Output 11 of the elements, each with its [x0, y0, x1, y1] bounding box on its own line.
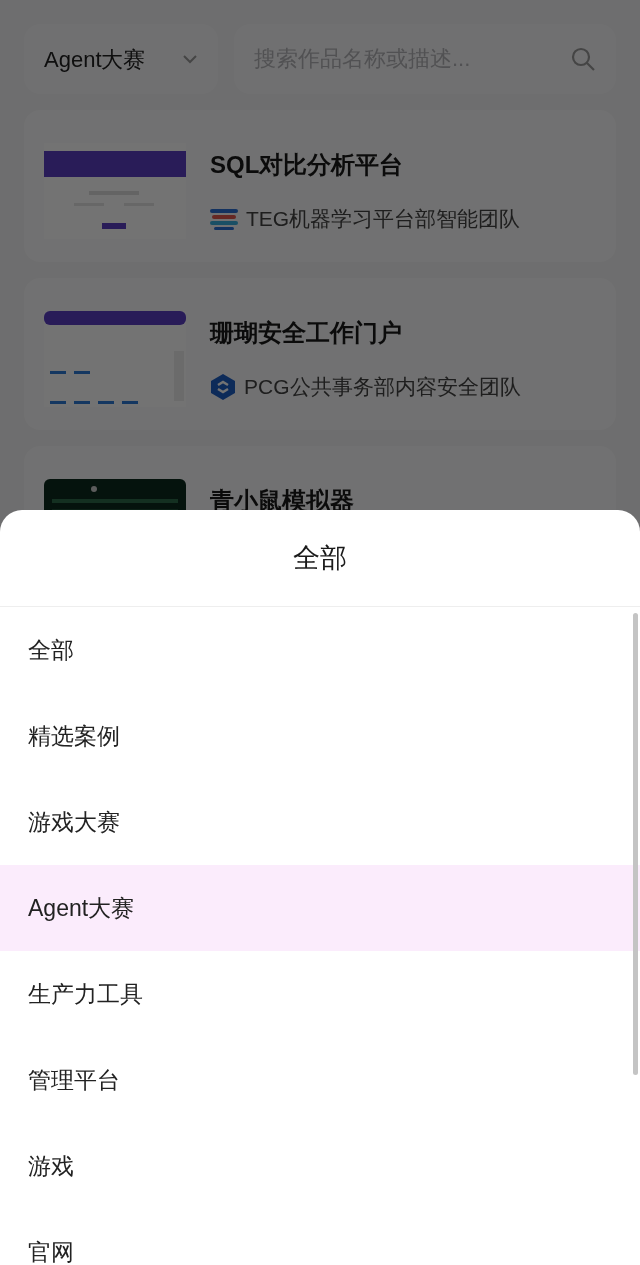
search-icon: [570, 46, 596, 72]
stripes-logo-icon: [210, 206, 238, 231]
team-name: TEG机器学习平台部智能团队: [246, 206, 521, 232]
category-option[interactable]: Agent大赛: [0, 865, 640, 951]
chevron-down-icon: [182, 54, 198, 64]
sheet-title: 全部: [293, 541, 347, 575]
hexagon-logo-icon: [210, 372, 236, 401]
team-name: PCG公共事务部内容安全团队: [244, 374, 521, 400]
project-title: SQL对比分析平台: [210, 150, 405, 180]
project-title: 珊瑚安全工作门户: [210, 318, 403, 348]
project-card[interactable]: 珊瑚安全工作门户 PCG公共事务部内容安全团队: [24, 278, 616, 430]
